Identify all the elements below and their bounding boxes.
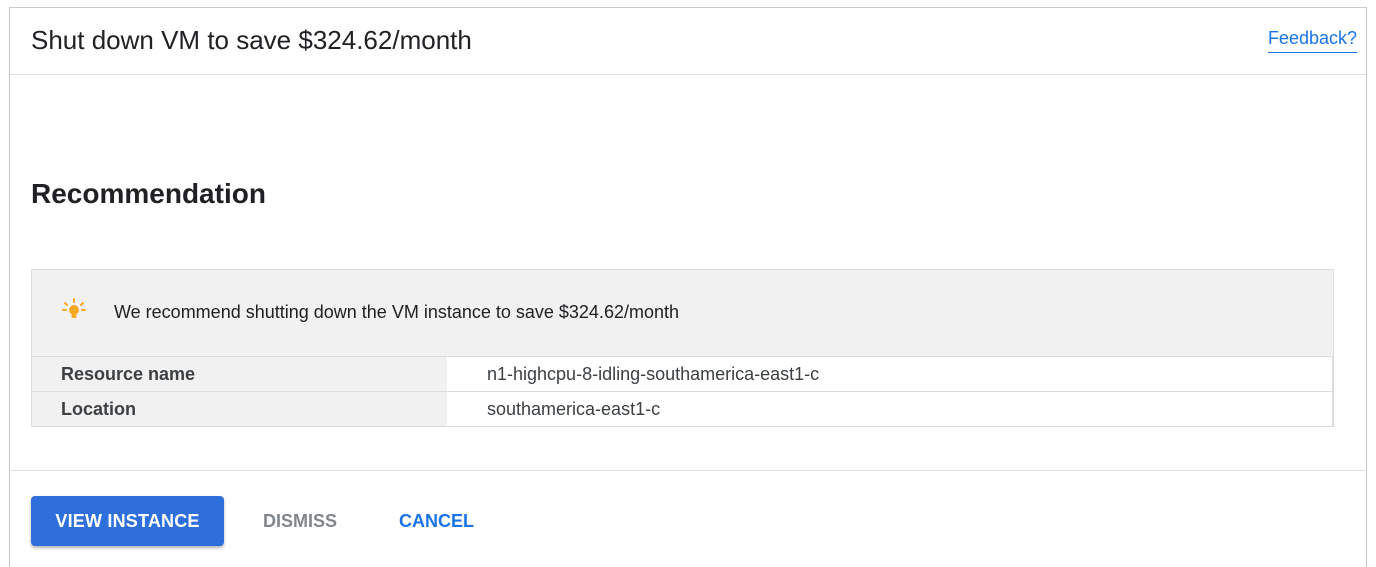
resource-name-label: Resource name xyxy=(32,357,447,391)
table-row: Resource name n1-highcpu-8-idling-southa… xyxy=(32,357,1333,392)
dialog-title: Shut down VM to save $324.62/month xyxy=(31,25,472,55)
cancel-button[interactable]: CANCEL xyxy=(399,496,474,546)
location-label: Location xyxy=(32,392,447,426)
dismiss-button[interactable]: DISMISS xyxy=(263,496,337,546)
section-title: Recommendation xyxy=(31,178,266,209)
recommendation-box: We recommend shutting down the VM instan… xyxy=(31,269,1334,427)
dialog-header: Shut down VM to save $324.62/month Feedb… xyxy=(10,8,1366,75)
footer-divider xyxy=(10,470,1366,471)
location-value: southamerica-east1-c xyxy=(447,392,1333,426)
feedback-link[interactable]: Feedback? xyxy=(1267,28,1357,53)
resource-name-value: n1-highcpu-8-idling-southamerica-east1-c xyxy=(447,357,1333,391)
recommendation-message: We recommend shutting down the VM instan… xyxy=(114,302,679,322)
recommendation-dialog: Shut down VM to save $324.62/month Feedb… xyxy=(9,7,1367,567)
view-instance-button[interactable]: VIEW INSTANCE xyxy=(31,496,224,546)
recommendation-banner: We recommend shutting down the VM instan… xyxy=(32,270,1333,357)
table-row: Location southamerica-east1-c xyxy=(32,392,1333,427)
lightbulb-icon xyxy=(62,298,86,322)
